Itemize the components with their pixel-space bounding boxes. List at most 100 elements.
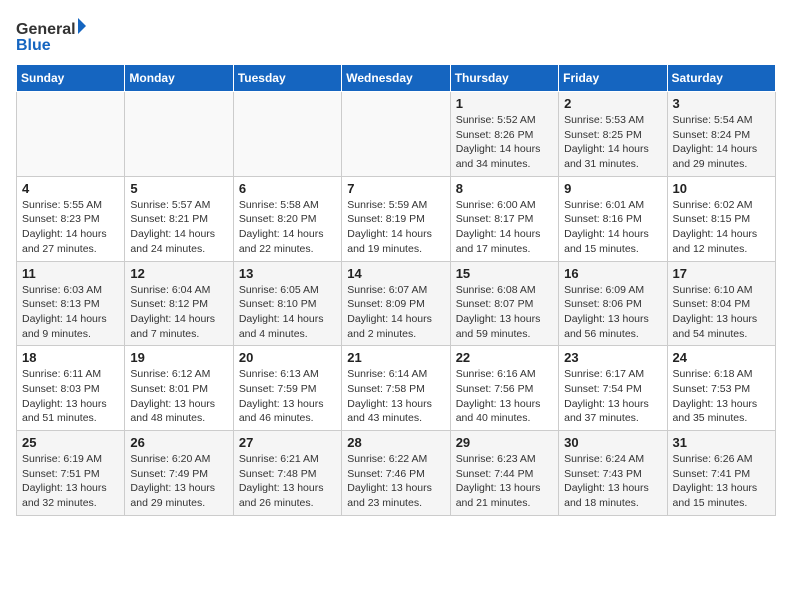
day-number: 21	[347, 350, 444, 365]
header-day-wednesday: Wednesday	[342, 65, 450, 92]
day-cell: 27Sunrise: 6:21 AM Sunset: 7:48 PM Dayli…	[233, 431, 341, 516]
svg-text:General: General	[16, 21, 76, 38]
day-detail: Sunrise: 6:12 AM Sunset: 8:01 PM Dayligh…	[130, 367, 227, 426]
day-number: 31	[673, 435, 770, 450]
day-detail: Sunrise: 5:58 AM Sunset: 8:20 PM Dayligh…	[239, 198, 336, 257]
week-row-2: 4 Sunrise: 5:55 AM Sunset: 8:23 PM Daylig…	[17, 176, 776, 261]
day-cell: 15Sunrise: 6:08 AM Sunset: 8:07 PM Dayli…	[450, 261, 558, 346]
day-cell: 13 Sunrise: 6:05 AM Sunset: 8:10 PM Dayli…	[233, 261, 341, 346]
header-day-friday: Friday	[559, 65, 667, 92]
week-row-1: 1Sunrise: 5:52 AM Sunset: 8:26 PM Daylig…	[17, 92, 776, 177]
header-day-monday: Monday	[125, 65, 233, 92]
day-cell: 19 Sunrise: 6:12 AM Sunset: 8:01 PM Dayli…	[125, 346, 233, 431]
day-number: 29	[456, 435, 553, 450]
calendar-header: SundayMondayTuesdayWednesdayThursdayFrid…	[17, 65, 776, 92]
day-cell	[233, 92, 341, 177]
day-cell: 28Sunrise: 6:22 AM Sunset: 7:46 PM Dayli…	[342, 431, 450, 516]
week-row-4: 18 Sunrise: 6:11 AM Sunset: 8:03 PM Dayli…	[17, 346, 776, 431]
day-number: 24	[673, 350, 770, 365]
day-cell: 24 Sunrise: 6:18 AM Sunset: 7:53 PM Dayli…	[667, 346, 775, 431]
day-number: 14	[347, 266, 444, 281]
day-detail: Sunrise: 6:11 AM Sunset: 8:03 PM Dayligh…	[22, 367, 119, 426]
day-detail: Sunrise: 6:04 AM Sunset: 8:12 PM Dayligh…	[130, 283, 227, 342]
day-cell: 30 Sunrise: 6:24 AM Sunset: 7:43 PM Dayli…	[559, 431, 667, 516]
day-cell: 5 Sunrise: 5:57 AM Sunset: 8:21 PM Daylig…	[125, 176, 233, 261]
day-number: 4	[22, 181, 119, 196]
day-detail: Sunrise: 6:00 AM Sunset: 8:17 PM Dayligh…	[456, 198, 553, 257]
page-header: GeneralBlue	[16, 16, 776, 56]
day-detail: Sunrise: 6:10 AM Sunset: 8:04 PM Dayligh…	[673, 283, 770, 342]
day-number: 1	[456, 96, 553, 111]
day-detail: Sunrise: 5:54 AM Sunset: 8:24 PM Dayligh…	[673, 113, 770, 172]
header-day-thursday: Thursday	[450, 65, 558, 92]
week-row-5: 25 Sunrise: 6:19 AM Sunset: 7:51 PM Dayli…	[17, 431, 776, 516]
day-number: 8	[456, 181, 553, 196]
day-detail: Sunrise: 5:55 AM Sunset: 8:23 PM Dayligh…	[22, 198, 119, 257]
svg-text:Blue: Blue	[16, 37, 51, 54]
day-number: 12	[130, 266, 227, 281]
day-detail: Sunrise: 6:20 AM Sunset: 7:49 PM Dayligh…	[130, 452, 227, 511]
week-row-3: 11 Sunrise: 6:03 AM Sunset: 8:13 PM Dayli…	[17, 261, 776, 346]
day-cell	[125, 92, 233, 177]
day-cell: 23 Sunrise: 6:17 AM Sunset: 7:54 PM Dayli…	[559, 346, 667, 431]
day-cell: 21Sunrise: 6:14 AM Sunset: 7:58 PM Dayli…	[342, 346, 450, 431]
day-detail: Sunrise: 6:02 AM Sunset: 8:15 PM Dayligh…	[673, 198, 770, 257]
logo: GeneralBlue	[16, 16, 96, 56]
day-number: 10	[673, 181, 770, 196]
day-number: 26	[130, 435, 227, 450]
day-cell: 10 Sunrise: 6:02 AM Sunset: 8:15 PM Dayli…	[667, 176, 775, 261]
day-detail: Sunrise: 6:23 AM Sunset: 7:44 PM Dayligh…	[456, 452, 553, 511]
day-cell: 1Sunrise: 5:52 AM Sunset: 8:26 PM Daylig…	[450, 92, 558, 177]
day-detail: Sunrise: 6:19 AM Sunset: 7:51 PM Dayligh…	[22, 452, 119, 511]
day-number: 19	[130, 350, 227, 365]
day-detail: Sunrise: 5:59 AM Sunset: 8:19 PM Dayligh…	[347, 198, 444, 257]
day-detail: Sunrise: 6:03 AM Sunset: 8:13 PM Dayligh…	[22, 283, 119, 342]
day-cell: 7 Sunrise: 5:59 AM Sunset: 8:19 PM Daylig…	[342, 176, 450, 261]
calendar-body: 1Sunrise: 5:52 AM Sunset: 8:26 PM Daylig…	[17, 92, 776, 516]
day-detail: Sunrise: 5:53 AM Sunset: 8:25 PM Dayligh…	[564, 113, 661, 172]
day-cell: 2 Sunrise: 5:53 AM Sunset: 8:25 PM Daylig…	[559, 92, 667, 177]
header-day-saturday: Saturday	[667, 65, 775, 92]
day-number: 17	[673, 266, 770, 281]
day-number: 7	[347, 181, 444, 196]
day-detail: Sunrise: 6:21 AM Sunset: 7:48 PM Dayligh…	[239, 452, 336, 511]
day-cell: 11 Sunrise: 6:03 AM Sunset: 8:13 PM Dayli…	[17, 261, 125, 346]
day-cell: 18 Sunrise: 6:11 AM Sunset: 8:03 PM Dayli…	[17, 346, 125, 431]
day-number: 9	[564, 181, 661, 196]
day-number: 2	[564, 96, 661, 111]
day-cell	[17, 92, 125, 177]
day-detail: Sunrise: 5:57 AM Sunset: 8:21 PM Dayligh…	[130, 198, 227, 257]
day-detail: Sunrise: 6:16 AM Sunset: 7:56 PM Dayligh…	[456, 367, 553, 426]
day-detail: Sunrise: 6:09 AM Sunset: 8:06 PM Dayligh…	[564, 283, 661, 342]
day-cell: 22 Sunrise: 6:16 AM Sunset: 7:56 PM Dayli…	[450, 346, 558, 431]
day-detail: Sunrise: 6:24 AM Sunset: 7:43 PM Dayligh…	[564, 452, 661, 511]
day-cell: 31Sunrise: 6:26 AM Sunset: 7:41 PM Dayli…	[667, 431, 775, 516]
day-cell: 16Sunrise: 6:09 AM Sunset: 8:06 PM Dayli…	[559, 261, 667, 346]
day-cell: 17 Sunrise: 6:10 AM Sunset: 8:04 PM Dayli…	[667, 261, 775, 346]
header-day-tuesday: Tuesday	[233, 65, 341, 92]
day-number: 20	[239, 350, 336, 365]
day-number: 23	[564, 350, 661, 365]
day-number: 22	[456, 350, 553, 365]
day-detail: Sunrise: 6:17 AM Sunset: 7:54 PM Dayligh…	[564, 367, 661, 426]
day-detail: Sunrise: 6:18 AM Sunset: 7:53 PM Dayligh…	[673, 367, 770, 426]
day-cell: 8 Sunrise: 6:00 AM Sunset: 8:17 PM Daylig…	[450, 176, 558, 261]
day-cell: 9 Sunrise: 6:01 AM Sunset: 8:16 PM Daylig…	[559, 176, 667, 261]
day-cell: 29 Sunrise: 6:23 AM Sunset: 7:44 PM Dayli…	[450, 431, 558, 516]
day-detail: Sunrise: 6:05 AM Sunset: 8:10 PM Dayligh…	[239, 283, 336, 342]
day-number: 5	[130, 181, 227, 196]
day-number: 28	[347, 435, 444, 450]
day-detail: Sunrise: 6:08 AM Sunset: 8:07 PM Dayligh…	[456, 283, 553, 342]
day-detail: Sunrise: 6:13 AM Sunset: 7:59 PM Dayligh…	[239, 367, 336, 426]
header-day-sunday: Sunday	[17, 65, 125, 92]
day-cell: 14Sunrise: 6:07 AM Sunset: 8:09 PM Dayli…	[342, 261, 450, 346]
day-number: 11	[22, 266, 119, 281]
day-number: 30	[564, 435, 661, 450]
day-number: 13	[239, 266, 336, 281]
day-number: 18	[22, 350, 119, 365]
day-detail: Sunrise: 6:01 AM Sunset: 8:16 PM Dayligh…	[564, 198, 661, 257]
day-cell: 6Sunrise: 5:58 AM Sunset: 8:20 PM Daylig…	[233, 176, 341, 261]
header-row: SundayMondayTuesdayWednesdayThursdayFrid…	[17, 65, 776, 92]
day-cell: 20 Sunrise: 6:13 AM Sunset: 7:59 PM Dayli…	[233, 346, 341, 431]
day-number: 25	[22, 435, 119, 450]
